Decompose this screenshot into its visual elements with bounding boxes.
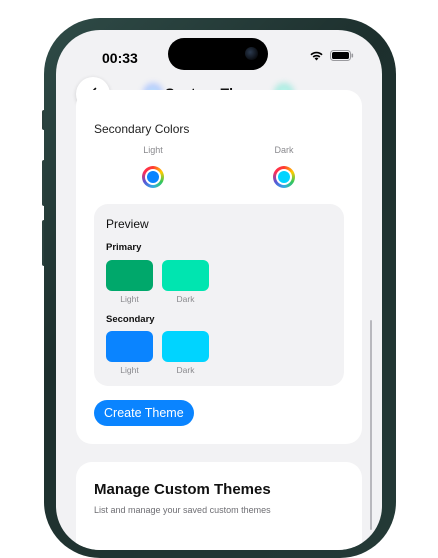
wifi-icon: [309, 50, 324, 61]
preview-secondary-label: Secondary: [106, 314, 155, 325]
scroll-indicator[interactable]: [370, 320, 372, 530]
manage-themes-subtitle: List and manage your saved custom themes: [94, 505, 271, 515]
manage-themes-title: Manage Custom Themes: [94, 481, 271, 498]
secondary-light-column: Light: [123, 145, 183, 188]
secondary-dark-caption: Dark: [176, 365, 195, 375]
phone-screen: 00:33 Custom Themes: [56, 30, 382, 550]
theme-editor-card: Secondary Colors Light Dark Preview Prim…: [76, 90, 362, 444]
create-theme-button[interactable]: Create Theme: [94, 400, 194, 426]
secondary-light-swatch: [147, 171, 159, 183]
secondary-colors-title: Secondary Colors: [94, 122, 190, 136]
color-well: [276, 169, 292, 185]
status-icons: [309, 50, 354, 61]
primary-dark-caption: Dark: [176, 294, 195, 304]
battery-icon: [330, 50, 354, 61]
status-time: 00:33: [102, 50, 138, 66]
secondary-light-label: Light: [143, 145, 163, 155]
secondary-light-tile: [106, 331, 153, 362]
manage-themes-card: Manage Custom Themes List and manage you…: [76, 462, 362, 550]
front-camera: [245, 47, 258, 60]
secondary-dark-color-picker[interactable]: [273, 166, 295, 188]
primary-light-tile: [106, 260, 153, 291]
secondary-light-caption: Light: [120, 365, 139, 375]
preview-title: Preview: [106, 217, 149, 231]
theme-preview-panel: Preview Primary Light Dark Secondary Lig…: [94, 204, 344, 386]
primary-dark-tile: [162, 260, 209, 291]
color-well: [145, 169, 161, 185]
preview-primary-label: Primary: [106, 242, 142, 253]
secondary-dark-swatch: [278, 171, 290, 183]
secondary-dark-tile: [162, 331, 209, 362]
dynamic-island: [168, 38, 268, 70]
secondary-dark-label: Dark: [274, 145, 294, 155]
secondary-dark-column: Dark: [254, 145, 314, 188]
secondary-light-color-picker[interactable]: [142, 166, 164, 188]
primary-light-caption: Light: [120, 294, 139, 304]
